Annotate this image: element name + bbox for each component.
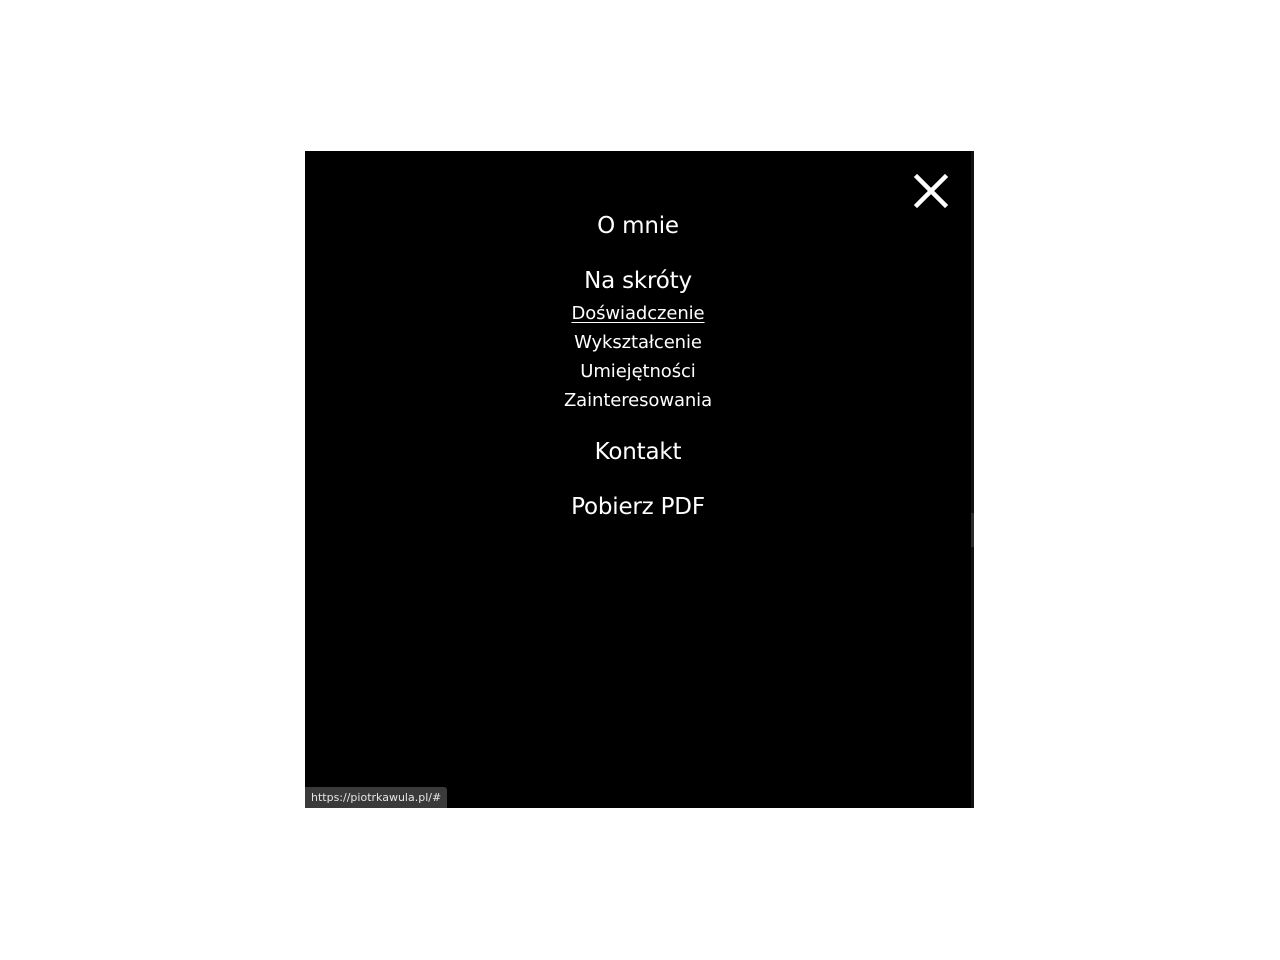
menu-item-experience-label: Doświadczenie xyxy=(571,303,705,324)
status-bar-url: https://piotrkawula.pl/# xyxy=(305,787,448,808)
menu-item-about[interactable]: O mnie xyxy=(305,213,971,239)
menu-item-education[interactable]: Wykształcenie xyxy=(305,332,971,353)
menu-item-experience[interactable]: Doświadczenie xyxy=(305,303,971,324)
menu-item-shortcuts[interactable]: Na skróty xyxy=(305,268,971,294)
menu-item-education-label: Wykształcenie xyxy=(574,332,702,353)
menu-item-shortcuts-label: Na skróty xyxy=(584,268,692,294)
menu-item-download-pdf-label: Pobierz PDF xyxy=(571,494,705,520)
menu-item-interests[interactable]: Zainteresowania xyxy=(305,390,971,411)
menu-item-contact[interactable]: Kontakt xyxy=(305,439,971,465)
menu-item-skills[interactable]: Umiejętności xyxy=(305,361,971,382)
mobile-menu-overlay: O mnie Na skróty Doświadczenie Wykształc… xyxy=(305,151,974,808)
close-icon xyxy=(913,173,949,209)
menu-item-about-label: O mnie xyxy=(597,213,679,239)
menu-item-contact-label: Kontakt xyxy=(594,439,682,465)
close-menu-button[interactable] xyxy=(911,171,951,211)
menu-item-interests-label: Zainteresowania xyxy=(563,390,713,411)
menu-item-skills-label: Umiejętności xyxy=(580,361,696,382)
menu-item-download-pdf[interactable]: Pobierz PDF xyxy=(305,494,971,520)
scrollbar[interactable] xyxy=(971,151,974,808)
scrollbar-thumb[interactable] xyxy=(971,513,974,547)
